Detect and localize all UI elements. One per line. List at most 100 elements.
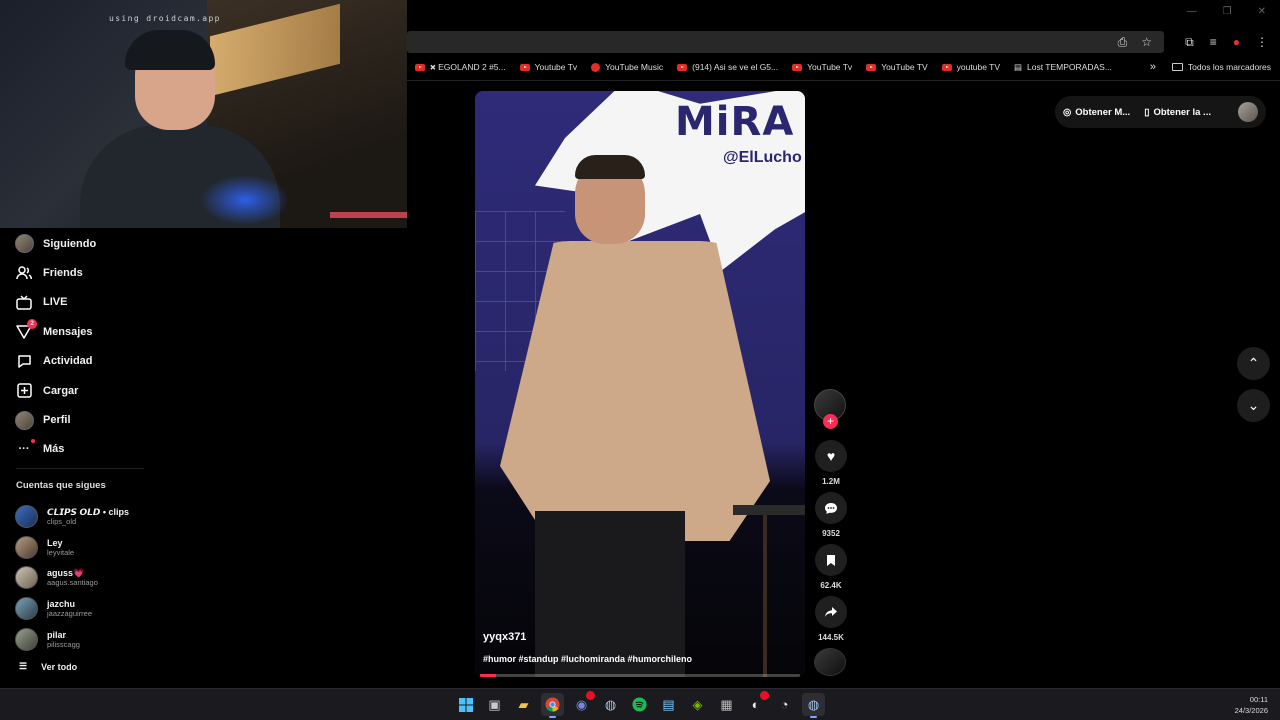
page-icon: ▤: [1014, 61, 1023, 72]
friends-icon: [14, 263, 34, 283]
bookmark-label: Youtube Tv: [534, 62, 578, 72]
windows-start-icon[interactable]: [454, 693, 477, 716]
heart-icon[interactable]: ♥: [815, 440, 847, 472]
webcam-watermark: using droidcam.app: [109, 14, 221, 23]
sidebar-item-perfil[interactable]: Perfil: [14, 405, 214, 434]
following-account[interactable]: 𝘾𝙇𝙄𝙋𝙎 𝙊𝙇𝘿 • clips clips_old: [15, 501, 215, 532]
sidebar-item-label: Perfil: [43, 414, 71, 427]
get-coins-button[interactable]: ◎ Obtener M...: [1063, 107, 1130, 118]
sidebar-item-siguiendo[interactable]: Siguiendo: [14, 229, 214, 258]
steam-active-icon[interactable]: ◍: [802, 693, 825, 718]
save-count: 62.4K: [820, 581, 842, 590]
see-all-button[interactable]: ☰ Ver todo: [19, 661, 77, 672]
file-explorer-icon[interactable]: ▰: [512, 693, 535, 716]
cpuid-icon[interactable]: ▦: [715, 693, 738, 716]
author-avatar[interactable]: +: [814, 389, 846, 429]
following-account[interactable]: jazchu jaazzaguirree: [15, 593, 215, 624]
menu-icon[interactable]: ⋮: [1256, 35, 1268, 50]
avatar: [15, 504, 38, 528]
video-progress-bar[interactable]: [480, 674, 800, 677]
obs-icon[interactable]: ◐: [744, 691, 769, 716]
minimize-icon[interactable]: —: [1187, 6, 1197, 17]
all-bookmarks-button[interactable]: Todos los marcadores: [1171, 62, 1271, 72]
activity-icon: [14, 351, 34, 371]
previous-video-button[interactable]: ⌃: [1237, 347, 1270, 380]
like-action: ♥ 1.2M: [814, 440, 848, 486]
following-account[interactable]: pilar pilisscagg: [15, 624, 215, 655]
sidebar-item-mensajes[interactable]: 2 Mensajes: [14, 317, 214, 346]
youtube-icon: [519, 63, 530, 71]
chevron-up-icon: ⌃: [1247, 355, 1260, 371]
bookmark-item[interactable]: Youtube Tv: [512, 62, 584, 72]
account-handle: jaazzaguirree: [47, 609, 93, 619]
video-performer-hair: [575, 155, 645, 179]
comment-icon[interactable]: [815, 492, 847, 524]
browser-toolbar-icons: ⧉ ≡ ● ⋮: [1185, 35, 1268, 50]
follow-plus-icon[interactable]: +: [823, 414, 838, 429]
chrome-icon[interactable]: [541, 693, 564, 718]
bookmark-label: Lost TEMPORADAS...: [1027, 62, 1112, 72]
account-name: jazchu: [47, 599, 76, 610]
get-app-button[interactable]: ▯ Obtener la ...: [1144, 107, 1211, 118]
following-account[interactable]: aguss💗 aagus.santiago: [15, 563, 215, 594]
video-hashtags[interactable]: #humor #standup #luchomiranda #humorchil…: [483, 654, 692, 664]
account-name: Ley: [47, 537, 63, 548]
bookmark-item[interactable]: YouTube Tv: [784, 62, 858, 72]
nvidia-icon[interactable]: ◈: [686, 693, 709, 716]
next-video-button[interactable]: ⌄: [1237, 389, 1270, 422]
following-title: Cuentas que sigues: [16, 480, 106, 491]
video-banner-handle: @ElLucho: [723, 149, 802, 166]
following-account[interactable]: Ley leyvitale: [15, 532, 215, 563]
video-player[interactable]: MiRA @ElLucho yyqx371 #humor #standup #l…: [475, 91, 805, 677]
system-clock[interactable]: 00:11 24/3/2026: [1235, 694, 1268, 716]
extensions-icon[interactable]: ⧉: [1185, 35, 1194, 50]
video-username[interactable]: yyqx371: [483, 631, 526, 643]
star-icon[interactable]: ☆: [1141, 35, 1152, 50]
notepad-icon[interactable]: ▤: [657, 693, 680, 716]
bookmark-item[interactable]: youtube TV: [934, 62, 1006, 72]
youtube-icon: [792, 63, 803, 71]
bookmark-item[interactable]: YouTube Music: [583, 62, 669, 72]
bookmark-label: youtube TV: [956, 62, 1000, 72]
bookmark-icon[interactable]: [815, 544, 847, 576]
bookmark-label: YouTube Music: [605, 62, 664, 72]
user-avatar[interactable]: [1238, 102, 1258, 122]
youtube-icon: [677, 63, 688, 71]
video-stool: [733, 505, 805, 677]
bookmark-item[interactable]: 🞭 EGOLAND 2 #5...: [407, 62, 512, 73]
sidebar-nav: Siguiendo Friends LIVE 2 Mensajes Activi…: [14, 229, 214, 464]
discord-icon[interactable]: ◉: [570, 691, 595, 716]
bookmark-item[interactable]: YouTube TV: [858, 62, 933, 72]
more-icon: ···: [14, 439, 35, 459]
app-icon[interactable]: ◔: [773, 693, 796, 716]
task-view-icon[interactable]: ▣: [483, 693, 506, 716]
video-banner-title: MiRA: [675, 99, 795, 145]
all-bookmarks-label: Todos los marcadores: [1187, 62, 1271, 72]
bookmark-item[interactable]: (914) Asi se ve el G5...: [669, 62, 784, 72]
media-controls-icon[interactable]: ≡: [1210, 35, 1217, 50]
avatar: [15, 566, 38, 590]
sidebar-item-actividad[interactable]: Actividad: [14, 347, 214, 376]
bookmarks-more-button[interactable]: »: [1150, 61, 1156, 73]
music-disc-icon[interactable]: [814, 648, 846, 676]
webcam-red-glow: [330, 212, 407, 218]
address-bar[interactable]: ⎙ ☆: [407, 31, 1164, 53]
get-app-pill: ◎ Obtener M... ▯ Obtener la ...: [1055, 96, 1266, 128]
sidebar-item-cargar[interactable]: Cargar: [14, 376, 214, 405]
install-icon[interactable]: ⎙: [1118, 35, 1128, 50]
bookmark-label: YouTube Tv: [807, 62, 853, 72]
bookmark-item[interactable]: ▤ Lost TEMPORADAS...: [1006, 62, 1118, 73]
sidebar-item-mas[interactable]: ··· Más: [14, 435, 214, 464]
profile-flag-icon[interactable]: ●: [1233, 35, 1240, 50]
share-icon[interactable]: [815, 596, 847, 628]
steam-icon[interactable]: ◍: [599, 693, 622, 716]
spotify-icon[interactable]: [628, 693, 651, 716]
avatar: [15, 628, 38, 652]
get-app-label: Obtener la ...: [1153, 106, 1211, 118]
clock-time: 00:11: [1249, 695, 1268, 704]
sidebar-item-live[interactable]: LIVE: [14, 288, 214, 317]
close-icon[interactable]: ✕: [1258, 6, 1266, 17]
sidebar-item-friends[interactable]: Friends: [14, 258, 214, 287]
video-performer-pants: [535, 511, 685, 677]
restore-icon[interactable]: ❐: [1223, 6, 1232, 17]
